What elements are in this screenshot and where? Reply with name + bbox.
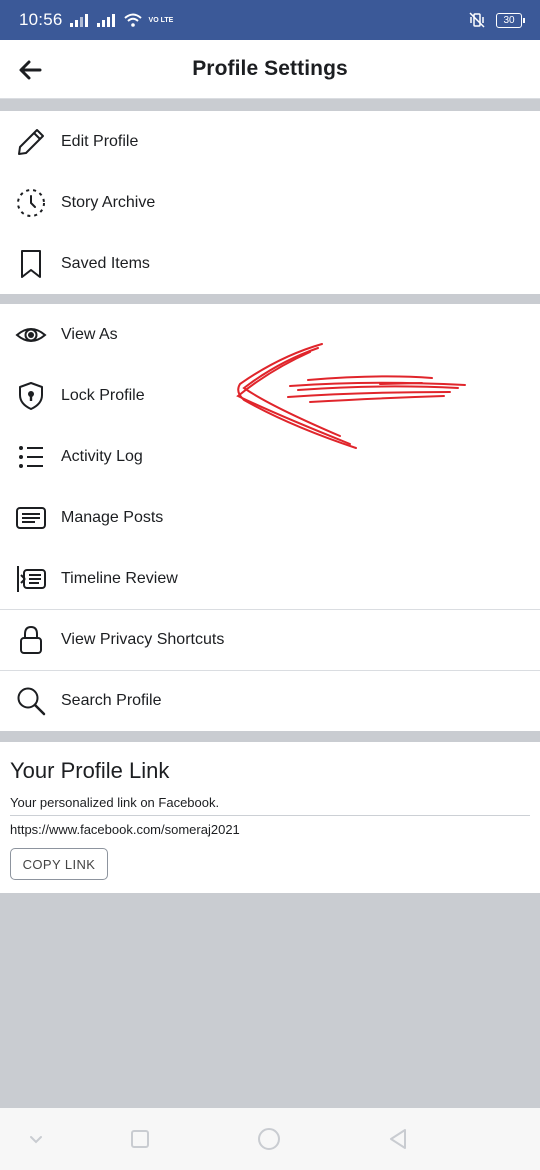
menu-item-activity-log[interactable]: Activity Log — [0, 426, 540, 487]
profile-settings-group-1: Edit Profile Story Archive Saved Items — [0, 111, 540, 294]
menu-item-view-privacy-shortcuts[interactable]: View Privacy Shortcuts — [0, 609, 540, 670]
profile-link-section: Your Profile Link Your personalized link… — [0, 742, 540, 893]
menu-item-label: Search Profile — [61, 692, 162, 709]
posts-icon — [14, 501, 48, 535]
pencil-icon — [14, 125, 48, 159]
menu-item-timeline-review[interactable]: Timeline Review — [0, 548, 540, 609]
profile-link-url[interactable]: https://www.facebook.com/someraj2021 — [10, 822, 240, 837]
profile-settings-group-2: View As Lock Profile Activity Log Manage… — [0, 304, 540, 731]
menu-item-label: View As — [61, 325, 118, 343]
menu-item-label: Story Archive — [61, 193, 156, 211]
lock-icon — [14, 623, 48, 657]
menu-item-saved-items[interactable]: Saved Items — [0, 233, 540, 294]
eye-icon — [14, 318, 48, 352]
copy-link-button[interactable]: COPY LINK — [10, 848, 108, 880]
list-icon — [14, 440, 48, 474]
volte-indicator: VO LTE — [148, 16, 174, 24]
menu-item-story-archive[interactable]: Story Archive — [0, 172, 540, 233]
story-archive-icon — [14, 186, 48, 220]
menu-item-label: Saved Items — [61, 254, 150, 272]
header: Profile Settings — [0, 40, 540, 99]
recent-apps-icon[interactable] — [128, 1127, 152, 1151]
status-time: 10:56 — [19, 10, 63, 29]
wifi-icon — [123, 13, 142, 27]
back-triangle-icon[interactable] — [386, 1127, 410, 1151]
page-title: Profile Settings — [192, 57, 348, 80]
profile-link-title: Your Profile Link — [10, 758, 170, 783]
vibrate-mode-icon — [469, 12, 485, 28]
system-navigation-bar — [0, 1108, 540, 1170]
menu-item-label: Timeline Review — [61, 569, 178, 587]
profile-link-description: Your personalized link on Facebook. — [10, 795, 220, 810]
battery-icon: 30 — [496, 12, 525, 28]
menu-item-edit-profile[interactable]: Edit Profile — [0, 111, 540, 172]
bookmark-icon — [14, 247, 48, 281]
menu-item-manage-posts[interactable]: Manage Posts — [0, 487, 540, 548]
menu-item-view-as[interactable]: View As — [0, 304, 540, 365]
signal-icon — [69, 14, 88, 27]
home-icon[interactable] — [257, 1127, 281, 1151]
search-icon — [14, 684, 48, 718]
battery-level: 30 — [503, 14, 515, 26]
shield-lock-icon — [14, 379, 48, 413]
status-bar: 10:56 VO LTE 30 — [0, 0, 540, 40]
chevron-down-icon[interactable] — [24, 1127, 48, 1151]
divider — [10, 815, 530, 816]
timeline-review-icon — [14, 562, 48, 596]
menu-item-search-profile[interactable]: Search Profile — [0, 670, 540, 731]
menu-item-lock-profile[interactable]: Lock Profile — [0, 365, 540, 426]
menu-item-label: View Privacy Shortcuts — [61, 631, 225, 648]
menu-item-label: Activity Log — [61, 447, 143, 465]
menu-item-label: Edit Profile — [61, 132, 139, 150]
menu-item-label: Manage Posts — [61, 508, 164, 526]
signal-icon-2 — [96, 14, 115, 27]
menu-item-label: Lock Profile — [61, 386, 145, 404]
